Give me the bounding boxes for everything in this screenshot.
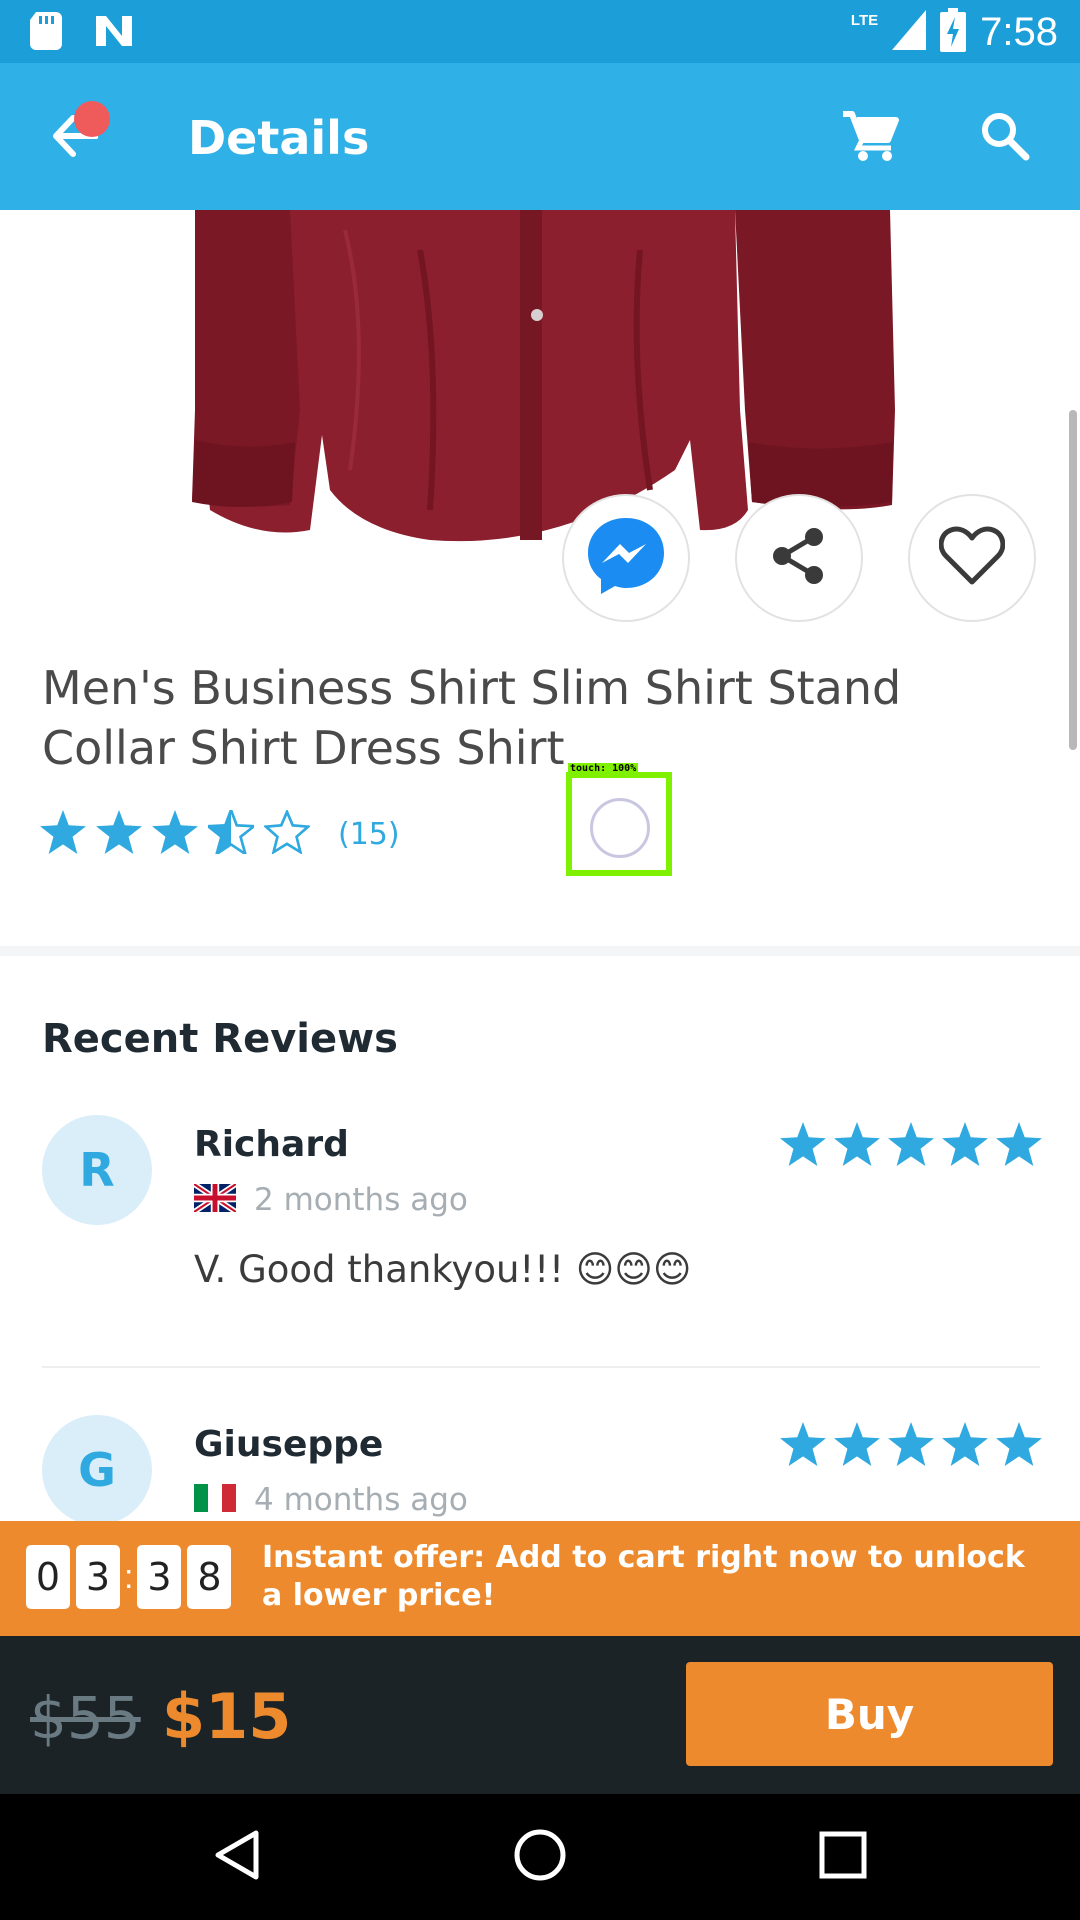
italy-flag-icon <box>194 1483 236 1517</box>
star-full-icon <box>942 1422 988 1471</box>
notification-dot <box>74 101 110 137</box>
star-empty-icon <box>262 808 312 859</box>
reviewer-name: Richard <box>194 1124 349 1165</box>
nav-back-button[interactable] <box>202 1822 272 1892</box>
status-bar: LTE 7:58 <box>0 0 1080 63</box>
countdown-timer: 0 3 : 3 8 <box>26 1545 237 1609</box>
review-meta: 4 months ago <box>194 1482 468 1518</box>
star-full-icon <box>780 1122 826 1171</box>
sale-price: $15 <box>162 1680 292 1753</box>
star-full-icon <box>834 1422 880 1471</box>
nav-back-icon <box>214 1829 260 1886</box>
network-type: LTE <box>850 12 879 29</box>
reviewer-name: Giuseppe <box>194 1424 384 1465</box>
favorite-button[interactable] <box>908 494 1036 622</box>
app-bar: Details <box>0 63 1080 210</box>
product-rating[interactable]: (15) <box>40 806 400 859</box>
page-title: Details <box>188 111 370 165</box>
review-meta: 2 months ago <box>192 1181 468 1218</box>
system-nav-bar <box>0 1794 1080 1920</box>
original-price: $55 <box>30 1684 141 1752</box>
product-title: Men's Business Shirt Slim Shirt Stand Co… <box>42 661 902 775</box>
section-divider <box>0 946 1080 956</box>
timer-digit: 3 <box>137 1545 182 1609</box>
review-divider <box>42 1366 1040 1368</box>
reviews-heading: Recent Reviews <box>42 1016 398 1062</box>
n-notification-icon <box>94 14 134 53</box>
battery-charging-icon <box>940 8 967 57</box>
timer-digit: 8 <box>187 1545 232 1609</box>
nav-home-button[interactable] <box>505 1822 575 1892</box>
share-icon <box>770 527 828 590</box>
timer-digit: 3 <box>76 1545 120 1609</box>
avatar: R <box>42 1115 152 1225</box>
search-button[interactable] <box>970 103 1040 173</box>
buy-button[interactable]: Buy <box>686 1662 1053 1766</box>
sd-card-icon <box>30 12 62 55</box>
uk-flag-icon <box>192 1181 238 1217</box>
nav-recents-icon <box>819 1831 867 1884</box>
star-full-icon <box>780 1422 826 1471</box>
star-full-icon <box>40 810 86 859</box>
offer-text: Instant offer: Add to cart right now to … <box>262 1540 1025 1613</box>
status-time: 7:58 <box>980 10 1058 54</box>
rating-count[interactable]: (15) <box>338 817 400 852</box>
timer-separator: : <box>124 1557 134 1596</box>
review-stars <box>780 1122 1042 1171</box>
review-stars <box>780 1422 1042 1471</box>
star-full-icon <box>888 1122 934 1171</box>
review-date: 2 months ago <box>254 1182 468 1218</box>
avatar: G <box>42 1415 152 1525</box>
search-icon <box>980 111 1030 166</box>
nav-recents-button[interactable] <box>808 1822 878 1892</box>
instant-offer-banner[interactable]: 0 3 : 3 8 Instant offer: Add to cart rig… <box>0 1521 1080 1636</box>
lte-signal-icon <box>892 10 927 55</box>
messenger-icon <box>586 516 666 601</box>
buy-bar: $55 $15 Buy <box>0 1636 1080 1794</box>
share-button[interactable] <box>735 494 863 622</box>
review-text: V. Good thankyou!!! 😊😊😊 <box>194 1248 692 1291</box>
star-full-icon <box>942 1122 988 1171</box>
heart-icon <box>938 526 1006 591</box>
star-full-icon <box>96 810 142 859</box>
nav-home-icon <box>513 1828 567 1887</box>
star-half-icon <box>204 806 258 859</box>
star-full-icon <box>834 1122 880 1171</box>
star-full-icon <box>888 1422 934 1471</box>
messenger-share-button[interactable] <box>562 494 690 622</box>
review-date: 4 months ago <box>254 1482 468 1518</box>
star-full-icon <box>996 1122 1042 1171</box>
star-full-icon <box>996 1422 1042 1471</box>
cart-button[interactable] <box>836 103 906 173</box>
touch-indicator-circle <box>590 798 650 858</box>
star-full-icon <box>152 810 198 859</box>
cart-icon <box>843 110 899 167</box>
scrollbar[interactable] <box>1069 410 1077 750</box>
timer-digit: 0 <box>26 1545 70 1609</box>
